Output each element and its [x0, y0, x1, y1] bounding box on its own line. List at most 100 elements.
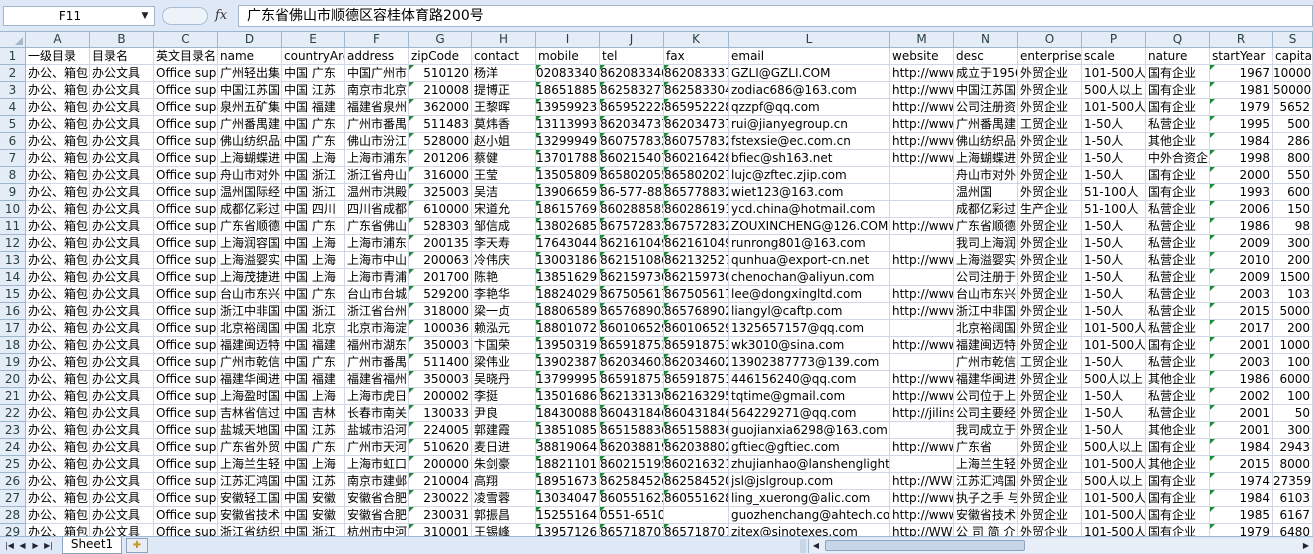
table-cell[interactable]: 浙江省纺织	[218, 524, 282, 536]
insert-sheet-icon[interactable]: ✚	[126, 538, 148, 553]
table-cell[interactable]: 中国 浙江	[282, 184, 345, 201]
table-cell[interactable]: 862034603	[600, 354, 664, 371]
table-cell[interactable]: 1995	[1210, 116, 1273, 133]
table-cell[interactable]: http://www	[890, 218, 954, 235]
table-cell[interactable]: 1000	[1273, 337, 1313, 354]
table-cell[interactable]: 860106529	[664, 320, 729, 337]
table-cell[interactable]: 2002	[1210, 388, 1273, 405]
table-cell[interactable]: 王锡峰	[472, 524, 536, 536]
column-header[interactable]: C	[154, 32, 218, 48]
chevron-down-icon[interactable]: ▼	[138, 7, 152, 25]
table-cell[interactable]: 麦日进	[472, 439, 536, 456]
table-cell[interactable]: 100	[1273, 354, 1313, 371]
row-header[interactable]: 25	[0, 456, 26, 473]
table-cell[interactable]: 2003	[1210, 286, 1273, 303]
table-cell[interactable]: ling_xuerong@alic.com	[729, 490, 890, 507]
table-cell[interactable]: 安徽轻工国	[218, 490, 282, 507]
table-cell[interactable]: http://www	[890, 82, 954, 99]
table-cell[interactable]: 公 司 简 介	[954, 524, 1018, 536]
table-cell[interactable]: 王莹	[472, 167, 536, 184]
table-cell[interactable]: 862038802	[664, 439, 729, 456]
table-cell[interactable]: 国有企业	[1146, 490, 1210, 507]
row-header[interactable]: 3	[0, 82, 26, 99]
table-cell[interactable]: 860431846	[664, 405, 729, 422]
table-cell[interactable]: 宋道允	[472, 201, 536, 218]
table-cell[interactable]: 浙江省台州	[345, 303, 409, 320]
table-cell[interactable]: 13501686	[536, 388, 600, 405]
table-cell[interactable]: 中国江苏国际	[218, 82, 282, 99]
table-cell[interactable]: qzzpf@qq.com	[729, 99, 890, 116]
table-cell[interactable]: 860551622	[600, 490, 664, 507]
table-cell[interactable]: Office supplies	[154, 473, 218, 490]
table-cell[interactable]: 中国江苏国	[954, 82, 1018, 99]
table-cell[interactable]: 210004	[409, 473, 472, 490]
table-cell[interactable]: 中国 福建	[282, 371, 345, 388]
table-cell[interactable]: 国有企业	[1146, 439, 1210, 456]
table-cell[interactable]	[890, 167, 954, 184]
table-cell[interactable]: 上海溢婴实	[954, 252, 1018, 269]
spreadsheet-grid[interactable]: A B C D E F G H I J K L M N O P Q R S 1 一级目录 目录名 英文目录名 name coun…	[0, 32, 1313, 536]
table-cell[interactable]: 福建闽迈特	[218, 337, 282, 354]
table-cell[interactable]: 1-50人	[1082, 133, 1146, 150]
table-cell[interactable]: 尹良	[472, 405, 536, 422]
table-cell[interactable]: 办公文具	[90, 473, 154, 490]
table-cell[interactable]: 办公、箱包	[26, 524, 90, 536]
table-cell[interactable]: 上海茂捷进	[218, 269, 282, 286]
table-cell[interactable]: 101-500人	[1082, 320, 1146, 337]
row-header[interactable]: 20	[0, 371, 26, 388]
table-cell[interactable]: ZOUXINCHENG@126.COM	[729, 218, 890, 235]
table-cell[interactable]: 1-50人	[1082, 252, 1146, 269]
formula-bar-grip[interactable]	[162, 7, 208, 25]
table-cell[interactable]: 1986	[1210, 218, 1273, 235]
table-cell[interactable]: 350003	[409, 337, 472, 354]
table-cell[interactable]: http://www	[890, 252, 954, 269]
table-cell[interactable]: 02083340	[536, 65, 600, 82]
table-cell[interactable]: 1979	[1210, 99, 1273, 116]
table-cell[interactable]: 外贸企业	[1018, 473, 1082, 490]
table-cell[interactable]: 15255164	[536, 507, 600, 524]
table-cell[interactable]: 私营企业	[1146, 320, 1210, 337]
table-cell[interactable]: 13034047	[536, 490, 600, 507]
header-cell[interactable]: name	[218, 48, 282, 65]
table-cell[interactable]: 广东省佛山	[345, 218, 409, 235]
table-cell[interactable]: 2943	[1273, 439, 1313, 456]
table-cell[interactable]: 511483	[409, 116, 472, 133]
table-cell[interactable]: 中国 吉林	[282, 405, 345, 422]
table-cell[interactable]: 865158836	[600, 422, 664, 439]
table-cell[interactable]: 泉州五矿集团	[218, 99, 282, 116]
table-cell[interactable]: 200000	[409, 456, 472, 473]
column-header[interactable]: A	[26, 32, 90, 48]
table-cell[interactable]: Office supplies	[154, 490, 218, 507]
table-cell[interactable]: 其他企业	[1146, 422, 1210, 439]
table-cell[interactable]: 公司主要经	[954, 405, 1018, 422]
table-cell[interactable]: 2017	[1210, 320, 1273, 337]
table-cell[interactable]: 王黎晖	[472, 99, 536, 116]
table-cell[interactable]: 成立于1956	[954, 65, 1018, 82]
table-cell[interactable]: tqtime@gmail.com	[729, 388, 890, 405]
table-cell[interactable]: 0551-65101015	[600, 507, 664, 524]
header-cell[interactable]: nature	[1146, 48, 1210, 65]
table-cell[interactable]: 50000	[1273, 82, 1313, 99]
table-cell[interactable]: 528303	[409, 218, 472, 235]
table-cell[interactable]: 862159730	[600, 269, 664, 286]
row-header[interactable]: 28	[0, 507, 26, 524]
table-cell[interactable]: 广东省顺德	[218, 218, 282, 235]
table-cell[interactable]: 外贸企业	[1018, 456, 1082, 473]
column-header[interactable]: E	[282, 32, 345, 48]
table-cell[interactable]: 860216428	[664, 150, 729, 167]
table-cell[interactable]: 500人以上	[1082, 371, 1146, 388]
table-cell[interactable]: 办公、箱包	[26, 184, 90, 201]
table-cell[interactable]: 办公文具	[90, 116, 154, 133]
table-cell[interactable]: 办公、箱包	[26, 252, 90, 269]
table-cell[interactable]: 浙江省舟山	[345, 167, 409, 184]
header-cell[interactable]: tel	[600, 48, 664, 65]
table-cell[interactable]: wiet123@163.com	[729, 184, 890, 201]
table-cell[interactable]: 福建省泉州	[345, 99, 409, 116]
table-cell[interactable]: 1-50人	[1082, 167, 1146, 184]
table-cell[interactable]: http://www	[890, 439, 954, 456]
table-cell[interactable]: 吴晓丹	[472, 371, 536, 388]
table-cell[interactable]: 上海市浦东	[345, 235, 409, 252]
table-cell[interactable]: 510120	[409, 65, 472, 82]
header-cell[interactable]: mobile	[536, 48, 600, 65]
table-cell[interactable]: 150	[1273, 201, 1313, 218]
